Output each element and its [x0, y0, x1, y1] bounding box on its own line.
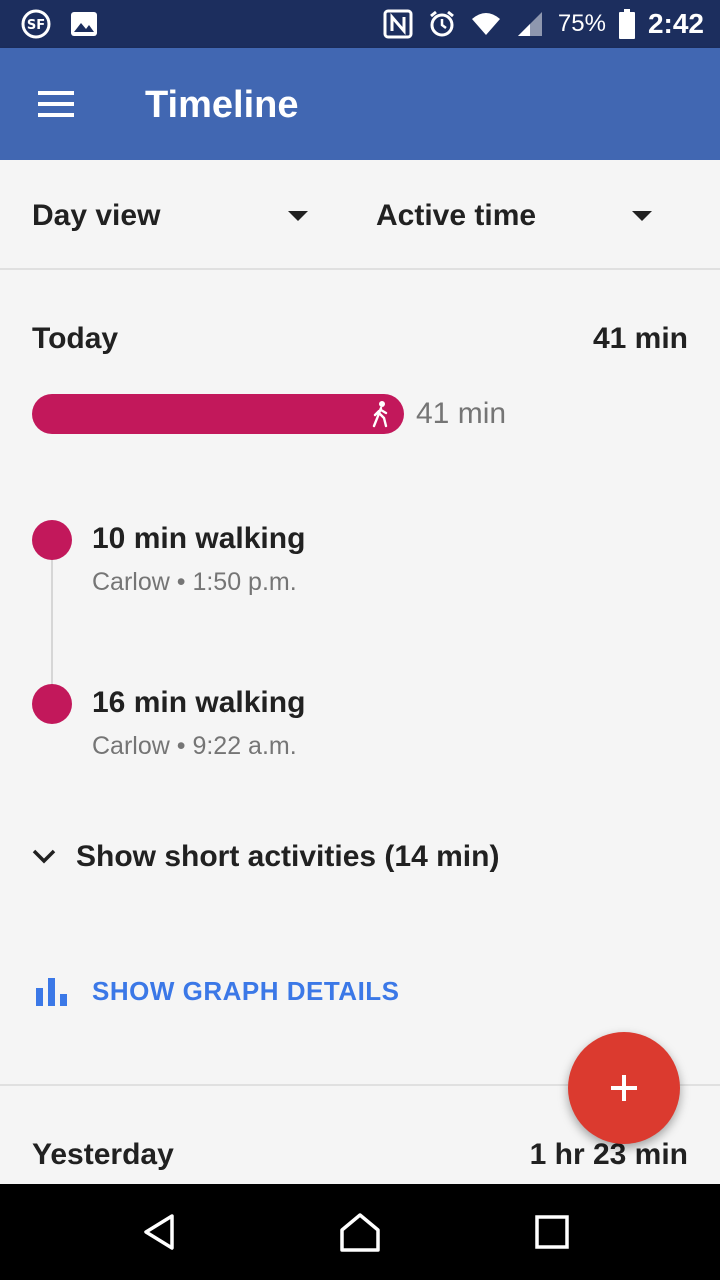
battery-icon [618, 8, 636, 40]
system-nav-bar [0, 1184, 720, 1280]
day-view-dropdown[interactable]: Day view [32, 196, 308, 236]
show-graph-details-button[interactable]: SHOW GRAPH DETAILS [36, 976, 400, 1007]
activity-title: 16 min walking [92, 686, 306, 719]
day-view-label: Day view [32, 199, 161, 232]
alarm-icon [426, 8, 458, 40]
show-graph-details-label: SHOW GRAPH DETAILS [92, 976, 400, 1006]
status-bar: SF 75% 2:42 [0, 0, 720, 48]
plus-icon [611, 1075, 637, 1101]
yesterday-header[interactable]: Yesterday 1 hr 23 min [32, 1138, 688, 1172]
nfc-icon [382, 8, 414, 40]
timeline-connector [51, 540, 53, 704]
activity-subtitle: Carlow • 1:50 p.m. [92, 568, 297, 596]
activity-dot [32, 684, 72, 724]
sf-icon: SF [20, 8, 52, 40]
page-title: Timeline [145, 84, 299, 126]
battery-percent: 75% [557, 10, 606, 37]
today-label: Today [32, 322, 119, 355]
recents-icon[interactable] [522, 1204, 582, 1260]
active-time-label: Active time [376, 199, 537, 232]
active-time-dropdown[interactable]: Active time [376, 196, 652, 236]
image-icon [68, 8, 100, 40]
active-time-bar-label: 41 min [416, 397, 507, 430]
add-activity-button[interactable] [568, 1032, 680, 1144]
yesterday-label: Yesterday [32, 1138, 174, 1171]
svg-text:SF: SF [27, 18, 45, 33]
active-time-bar [32, 394, 404, 434]
activity-title: 10 min walking [92, 522, 306, 555]
today-header: Today 41 min [32, 322, 688, 356]
bar-chart-icon [36, 977, 67, 1006]
dropdown-arrow-icon [288, 211, 308, 221]
activity-subtitle: Carlow • 9:22 a.m. [92, 732, 297, 760]
back-icon[interactable] [130, 1204, 190, 1260]
wifi-icon [470, 8, 502, 40]
hamburger-menu-icon[interactable] [24, 76, 88, 132]
today-total: 41 min [592, 322, 688, 355]
chevron-down-icon [32, 849, 56, 864]
activity-dot [32, 520, 72, 560]
dropdown-arrow-icon [632, 211, 652, 221]
filter-row: Day view Active time [0, 160, 720, 270]
clock: 2:42 [647, 8, 704, 39]
walking-icon [372, 401, 388, 428]
home-icon[interactable] [330, 1204, 390, 1260]
signal-icon [514, 8, 546, 40]
show-short-activities-label: Show short activities (14 min) [76, 840, 500, 873]
app-bar: Timeline [0, 48, 720, 160]
active-time-bar-row: 41 min [32, 394, 506, 434]
yesterday-total: 1 hr 23 min [529, 1138, 688, 1171]
show-short-activities-toggle[interactable]: Show short activities (14 min) [32, 840, 499, 874]
